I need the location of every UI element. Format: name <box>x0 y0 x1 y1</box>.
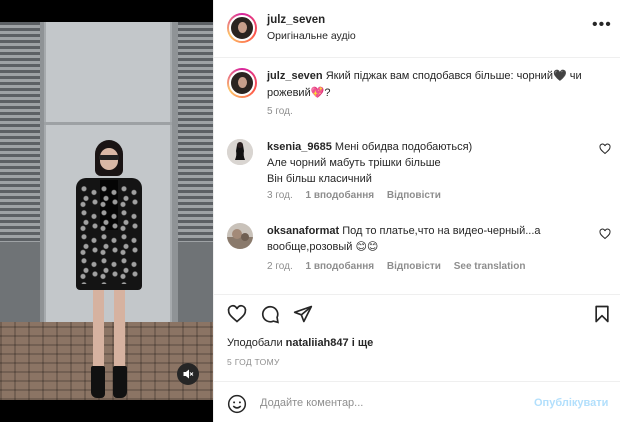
person-figure <box>70 140 150 402</box>
comment-text: Мені обидва подобаються) <box>334 141 473 153</box>
comment-composer: Опублікувати <box>214 381 620 422</box>
share-plane-icon[interactable] <box>293 304 313 324</box>
comment-input[interactable] <box>260 394 510 412</box>
post-modal: julz_seven Оригінальне аудіо ••• julz_se… <box>0 0 620 422</box>
post-comment-button[interactable]: Опублікувати <box>534 397 608 409</box>
comment-item: ksenia_9685 Мені обидва подобаються) Але… <box>227 139 620 201</box>
liked-by-username[interactable]: nataliiah847 <box>286 337 349 349</box>
emoji-icon[interactable] <box>227 394 247 414</box>
likes-summary: Уподобали nataliiah847 і ще <box>227 337 373 349</box>
comment-time[interactable]: 3 год. <box>267 190 293 201</box>
comment-avatar[interactable] <box>227 139 253 165</box>
reply-button[interactable]: Відповісти <box>387 261 441 272</box>
post-header: julz_seven Оригінальне аудіо ••• <box>214 0 620 58</box>
translate-button[interactable]: See translation <box>454 261 526 272</box>
post-sidebar: julz_seven Оригінальне аудіо ••• julz_se… <box>213 0 620 422</box>
comment-likes[interactable]: 1 вподобання <box>306 261 375 272</box>
bookmark-icon[interactable] <box>592 304 612 324</box>
author-avatar[interactable] <box>227 13 257 43</box>
audio-label[interactable]: Оригінальне аудіо <box>267 30 356 42</box>
like-heart-icon[interactable] <box>227 304 247 324</box>
comment-meta: 3 год. 1 вподобання Відповісти <box>267 190 451 201</box>
comment-text: Він більш класичний <box>267 173 372 185</box>
comment-meta: 2 год. 1 вподобання Відповісти See trans… <box>267 261 535 272</box>
comment-avatar[interactable] <box>227 223 253 249</box>
comment-bubble-icon[interactable] <box>260 304 280 324</box>
likes-and-more[interactable]: і ще <box>352 337 374 349</box>
like-comment-heart-icon[interactable] <box>599 143 611 155</box>
likes-prefix: Уподобали <box>227 337 283 349</box>
action-bar <box>214 294 620 328</box>
caption-avatar[interactable] <box>227 68 257 98</box>
comment-username[interactable]: ksenia_9685 <box>267 141 332 153</box>
post-date[interactable]: 5 ГОД ТОМУ <box>227 357 280 367</box>
comment-text: Але чорний мабуть трішки більше <box>267 157 441 169</box>
more-horizontal-icon[interactable]: ••• <box>592 17 612 33</box>
reply-button[interactable]: Відповісти <box>387 190 441 201</box>
comment-likes[interactable]: 1 вподобання <box>306 190 375 201</box>
caption-time[interactable]: 5 год. <box>267 106 293 117</box>
comment-username[interactable]: oksanaformat <box>267 225 339 237</box>
speaker-muted-icon[interactable] <box>177 363 199 385</box>
post-media[interactable] <box>0 0 213 422</box>
comment-time[interactable]: 2 год. <box>267 261 293 272</box>
caption-username[interactable]: julz_seven <box>267 70 323 82</box>
video-frame[interactable] <box>0 22 213 400</box>
comment-item: oksanaformat Под то платье,что на видео-… <box>227 223 620 275</box>
author-username[interactable]: julz_seven <box>267 14 325 26</box>
like-comment-heart-icon[interactable] <box>599 228 611 240</box>
